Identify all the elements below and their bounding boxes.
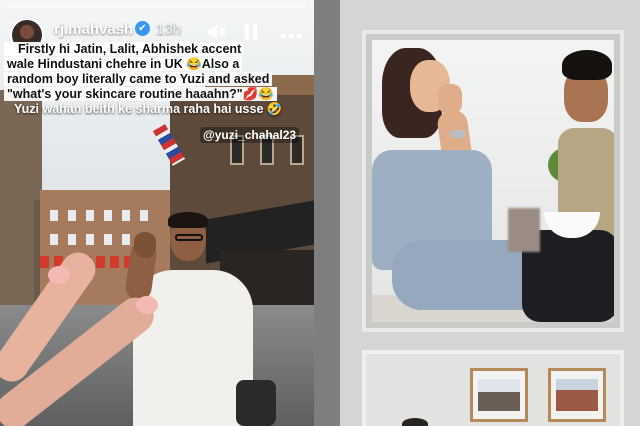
watch-icon	[450, 130, 466, 138]
woman-hand	[438, 84, 462, 114]
building-photo	[470, 368, 528, 422]
mention-sticker[interactable]: @yuzi_chahal23	[200, 127, 300, 143]
more-dots-icon[interactable]	[280, 23, 302, 44]
story-caption: Firstly hi Jatin, Lalit, Abhishek accent…	[4, 42, 282, 117]
fingernail	[48, 266, 70, 284]
caption-line: random boy literally came to Yuzi and as…	[4, 72, 273, 86]
painting-photo	[548, 368, 606, 422]
story-username[interactable]: rj.mahvash	[54, 21, 133, 38]
person-fist	[134, 232, 156, 258]
fingernail	[136, 296, 158, 314]
couple-photo	[372, 40, 614, 322]
blurred-area	[508, 208, 540, 252]
story-progress-bar	[8, 5, 306, 8]
jacket	[236, 380, 276, 426]
photo-frame-bottom	[362, 350, 624, 426]
person-head-bottom	[402, 418, 428, 426]
verified-badge-icon: ✔	[135, 21, 150, 36]
caption-line: Yuzi wahan beith ke sharma raha hai usse…	[14, 102, 283, 116]
man-hair	[562, 50, 612, 80]
glasses-icon	[175, 234, 203, 241]
caption-line: wale Hindustani chehre in UK 😂Also a	[4, 57, 243, 71]
story-timestamp: 13h	[156, 21, 182, 38]
instagram-story[interactable]: rj.mahvash ✔ 13h Firstly hi Jatin, Lalit…	[0, 0, 314, 426]
person-hair	[168, 212, 208, 228]
divider	[314, 0, 340, 426]
caption-line: Firstly hi Jatin, Lalit, Abhishek accent	[4, 42, 245, 56]
person-shirt	[133, 270, 253, 426]
photo-frame-top	[362, 30, 624, 332]
caption-line: "what's your skincare routine haaahn?"💋😂	[4, 87, 277, 101]
